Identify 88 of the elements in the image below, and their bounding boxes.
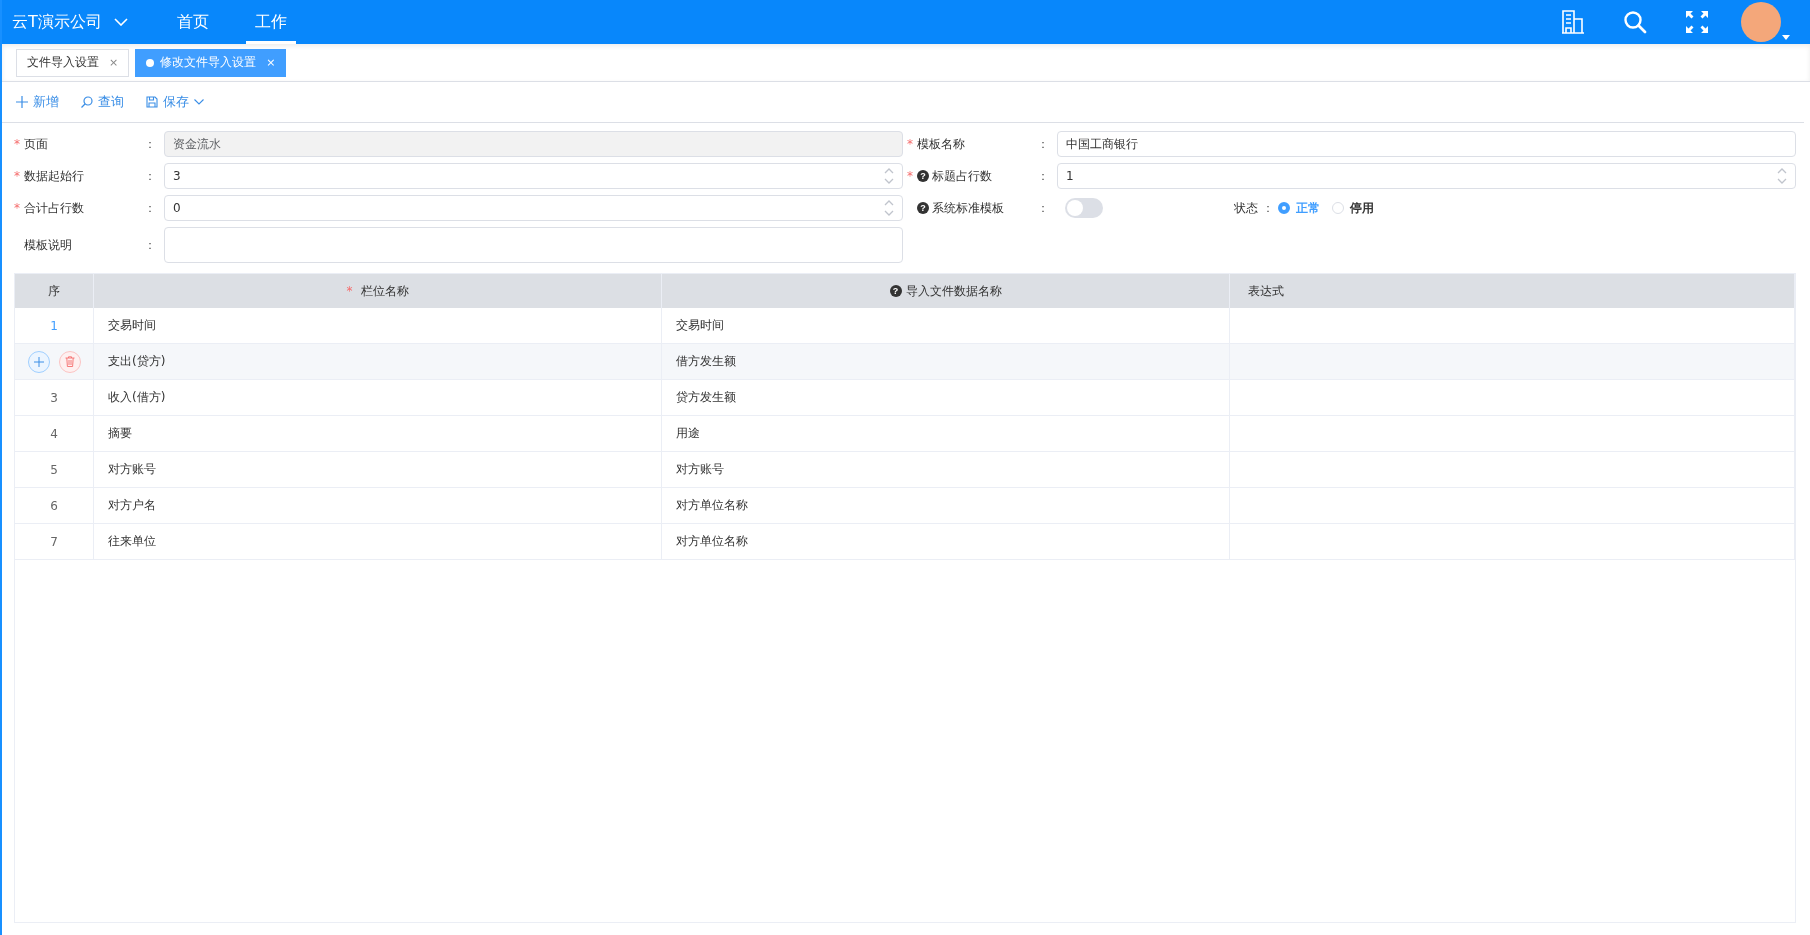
company-name: 云T演示公司 bbox=[12, 11, 102, 33]
plus-icon bbox=[33, 356, 44, 367]
table-cell: 摘要 bbox=[94, 416, 662, 451]
table-row[interactable]: 7 往来单位 对方单位名称 bbox=[15, 524, 1795, 560]
colon: ： bbox=[144, 135, 157, 153]
chevron-down-icon bbox=[194, 99, 204, 105]
field-label: 标题占行数 bbox=[932, 167, 992, 185]
required-asterisk: * bbox=[14, 137, 21, 151]
page-tab[interactable]: 文件导入设置 × bbox=[16, 48, 130, 77]
colon: ： bbox=[1037, 199, 1050, 217]
field-label: 合计占行数 bbox=[24, 199, 84, 217]
search-icon[interactable] bbox=[1623, 10, 1647, 34]
table-row[interactable]: 4 摘要 用途 bbox=[15, 416, 1795, 452]
plus-icon bbox=[16, 96, 28, 108]
table-cell: 对方单位名称 bbox=[662, 488, 1230, 523]
table-cell: 贷方发生额 bbox=[662, 380, 1230, 415]
tab-label: 文件导入设置 bbox=[27, 54, 99, 71]
stepper-arrows-icon[interactable] bbox=[884, 199, 894, 217]
colon: ： bbox=[144, 199, 157, 217]
radio-option[interactable]: 停用 bbox=[1332, 199, 1374, 217]
fullscreen-icon[interactable] bbox=[1685, 10, 1709, 34]
search-icon bbox=[81, 96, 93, 108]
add-row-button[interactable] bbox=[27, 350, 50, 373]
required-asterisk: * bbox=[14, 201, 21, 215]
nav-tab[interactable]: 工作 bbox=[245, 0, 296, 44]
row-number: 6 bbox=[50, 498, 58, 513]
row-number: 7 bbox=[50, 534, 58, 549]
field-label: 页面 bbox=[24, 135, 48, 153]
table-cell: 交易时间 bbox=[94, 308, 662, 343]
save-button[interactable]: 保存 bbox=[146, 93, 204, 111]
table-row[interactable]: 3 收入(借方) 贷方发生额 bbox=[15, 380, 1795, 416]
field-label: 模板名称 bbox=[917, 135, 965, 153]
row-number: 3 bbox=[50, 390, 58, 405]
table-cell: 收入(借方) bbox=[94, 380, 662, 415]
input-field[interactable]: 3 bbox=[164, 163, 903, 189]
colon: ： bbox=[144, 236, 157, 254]
field-label: 系统标准模板 bbox=[932, 199, 1004, 217]
help-icon: ? bbox=[889, 285, 902, 297]
field-label: 模板说明 bbox=[24, 236, 72, 254]
query-button[interactable]: 查询 bbox=[81, 93, 124, 111]
nav-tab[interactable]: 首页 bbox=[167, 0, 218, 44]
table-cell: 交易时间 bbox=[662, 308, 1230, 343]
add-button[interactable]: 新增 bbox=[16, 93, 59, 111]
avatar[interactable] bbox=[1741, 2, 1781, 42]
caret-icon[interactable] bbox=[1782, 35, 1790, 40]
table-cell: 借方发生额 bbox=[662, 344, 1230, 379]
tab-label: 修改文件导入设置 bbox=[160, 54, 257, 71]
colon: ： bbox=[144, 167, 157, 185]
table-cell: 对方账号 bbox=[94, 452, 662, 487]
column-label: 表达式 bbox=[1248, 282, 1284, 300]
company-switcher[interactable]: 云T演示公司 bbox=[12, 11, 128, 33]
table-row[interactable]: 5 对方账号 对方账号 bbox=[15, 452, 1795, 488]
chevron-down-icon bbox=[113, 18, 128, 26]
table-row[interactable]: 6 对方户名 对方单位名称 bbox=[15, 488, 1795, 524]
input-field[interactable]: 中国工商银行 bbox=[1057, 131, 1796, 157]
table-cell: 对方账号 bbox=[662, 452, 1230, 487]
toggle-switch[interactable] bbox=[1065, 198, 1103, 218]
row-number: 4 bbox=[50, 426, 58, 441]
required-asterisk: * bbox=[346, 284, 353, 298]
building-icon[interactable] bbox=[1561, 10, 1585, 34]
help-icon: ? bbox=[917, 170, 929, 182]
column-label: 序 bbox=[48, 282, 60, 300]
field-label: 状态 bbox=[1234, 199, 1258, 217]
table-cell: 用途 bbox=[662, 416, 1230, 451]
required-asterisk: * bbox=[14, 169, 21, 183]
row-number: 5 bbox=[50, 462, 58, 477]
colon: ： bbox=[1261, 199, 1275, 217]
stepper-arrows-icon[interactable] bbox=[1777, 167, 1787, 185]
trash-icon bbox=[64, 356, 75, 367]
table-cell: 对方单位名称 bbox=[662, 524, 1230, 559]
column-label: 导入文件数据名称 bbox=[905, 282, 1002, 300]
required-asterisk: * bbox=[907, 137, 914, 151]
required-asterisk: * bbox=[907, 169, 914, 183]
colon: ： bbox=[1037, 135, 1050, 153]
help-icon: ? bbox=[917, 202, 929, 214]
column-label: 栏位名称 bbox=[360, 282, 409, 300]
table-cell: 支出(贷方) bbox=[94, 344, 662, 379]
table-cell: 对方户名 bbox=[94, 488, 662, 523]
field-label: 数据起始行 bbox=[24, 167, 84, 185]
text-area[interactable] bbox=[164, 227, 903, 263]
input-field[interactable]: 1 bbox=[1057, 163, 1796, 189]
dot-icon bbox=[146, 58, 155, 67]
delete-row-button[interactable] bbox=[58, 350, 81, 373]
stepper-arrows-icon[interactable] bbox=[884, 167, 894, 185]
close-icon[interactable]: × bbox=[109, 56, 119, 69]
table-cell: 往来单位 bbox=[94, 524, 662, 559]
colon: ： bbox=[1037, 167, 1050, 185]
input-field[interactable]: 0 bbox=[164, 195, 903, 221]
